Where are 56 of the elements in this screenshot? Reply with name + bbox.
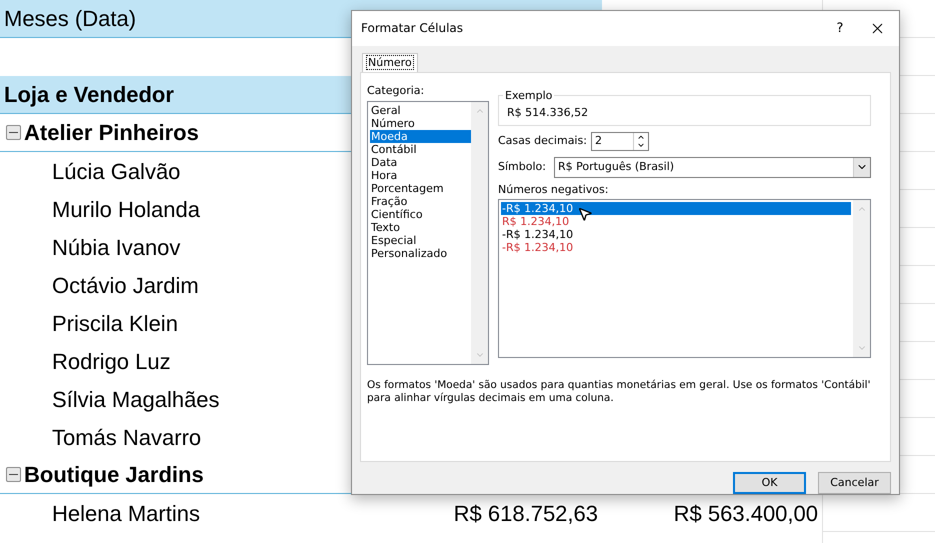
help-button[interactable]: ? <box>825 13 855 44</box>
sample-value: R$ 514.336,52 <box>507 105 588 122</box>
negative-format-item[interactable]: R$ 1.234,10 <box>501 215 851 228</box>
symbol-label: Símbolo: <box>498 159 546 176</box>
table-cell-text: Murilo Holanda <box>52 196 200 224</box>
table-cell-text: Sílvia Magalhães <box>52 386 220 414</box>
category-item[interactable]: Texto <box>370 221 471 234</box>
category-item[interactable]: Científico <box>370 208 471 222</box>
category-item[interactable]: Contábil <box>370 143 471 156</box>
cancel-button[interactable]: Cancelar <box>818 472 891 494</box>
category-item[interactable]: Hora <box>370 169 471 182</box>
sample-label: Exemplo <box>503 88 554 104</box>
table-cell-text: R$ 563.400,00 <box>672 500 819 528</box>
negatives-list[interactable]: -R$ 1.234,10 R$ 1.234,10 -R$ 1.234,10 -R$ 1.234,10 <box>498 199 871 358</box>
decimals-label: Casas decimais: <box>498 133 587 150</box>
category-item[interactable]: Número <box>370 117 471 130</box>
symbol-dropdown[interactable]: R$ Português (Brasil) <box>554 156 871 178</box>
ok-button[interactable]: OK <box>733 472 806 494</box>
table-cell-text: R$ 618.752,63 <box>452 500 599 528</box>
scrollbar[interactable] <box>853 200 870 358</box>
category-item[interactable]: Data <box>370 156 471 170</box>
table-cell-text: Priscila Klein <box>52 310 178 338</box>
tab[interactable]: Número <box>362 52 418 72</box>
negative-format-item[interactable]: -R$ 1.234,10 <box>501 241 851 254</box>
category-item[interactable]: Porcentagem <box>370 182 471 196</box>
table-cell-text: Tomás Navarro <box>52 424 202 452</box>
scrollbar[interactable] <box>471 102 488 364</box>
category-item[interactable]: Moeda <box>370 130 471 144</box>
group-label: Boutique Jardins <box>24 461 204 489</box>
negative-format-item[interactable]: -R$ 1.234,10 <box>501 202 851 216</box>
description-text: Os formatos 'Moeda' são usados para quantias monetárias em geral. Use os formatos 'Contábil' para alinhar vírgulas decimais em uma coluna. <box>367 379 872 406</box>
table-cell-text: Lúcia Galvão <box>52 158 180 186</box>
category-list[interactable]: Geral Número Moeda Contábil Data Hora Porcentagem Fração Científico Texto Especial Personalizado <box>367 101 489 366</box>
negatives-label: Números negativos: <box>498 182 610 198</box>
decimals-spinner[interactable]: 2 <box>590 132 649 151</box>
negative-format-item[interactable]: -R$ 1.234,10 <box>501 228 851 242</box>
group-label: Atelier Pinheiros <box>24 119 199 147</box>
table-cell-text: Núbia Ivanov <box>52 234 180 262</box>
negative-format-label: -R$ 1.234,10 <box>502 241 574 254</box>
header-label: Loja e Vendedor <box>4 81 174 109</box>
category-item[interactable]: Especial <box>370 234 471 248</box>
negative-format-label: -R$ 1.234,10 <box>502 228 574 242</box>
collapse-icon[interactable] <box>6 467 21 482</box>
table-cell-text: Rodrigo Luz <box>52 348 171 376</box>
header-label: Meses (Data) <box>4 5 136 33</box>
negative-format-label: R$ 1.234,10 <box>502 215 570 228</box>
category-label: Categoria: <box>367 82 426 99</box>
category-item[interactable]: Geral <box>370 104 471 118</box>
negative-format-label: -R$ 1.234,10 <box>502 202 574 216</box>
category-item[interactable]: Personalizado <box>370 247 471 260</box>
collapse-icon[interactable] <box>6 125 21 140</box>
mouse-pointer-icon <box>577 206 593 222</box>
window-title: Formatar Células <box>361 20 464 38</box>
category-item[interactable]: Fração <box>370 195 471 208</box>
table-cell-text: Helena Martins <box>52 500 200 528</box>
table-cell-text: Octávio Jardim <box>52 272 199 300</box>
